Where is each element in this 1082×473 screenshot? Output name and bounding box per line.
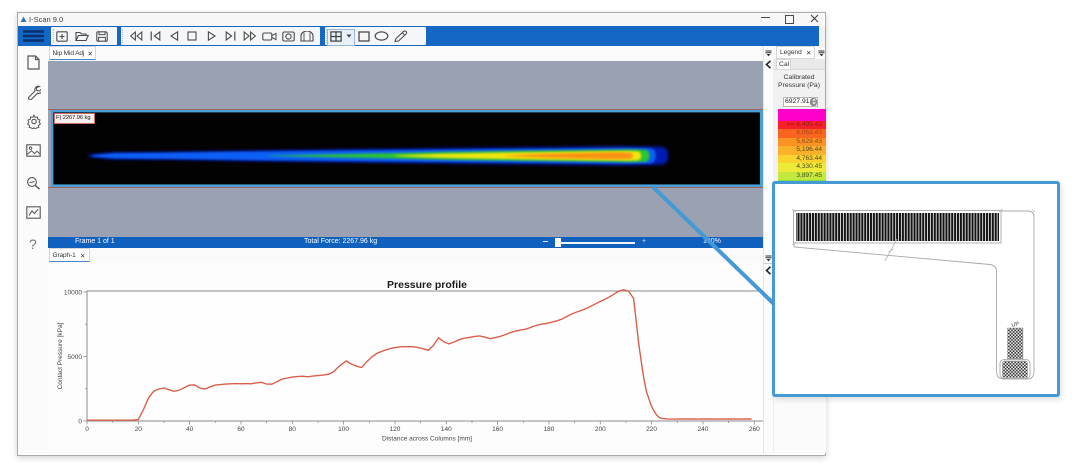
- svg-text:160: 160: [492, 426, 503, 433]
- svg-text:UP: UP: [1011, 321, 1020, 329]
- svg-text:100: 100: [338, 426, 349, 433]
- svg-text:120: 120: [390, 426, 401, 433]
- svg-text:240: 240: [698, 426, 709, 433]
- svg-text:5000: 5000: [68, 354, 83, 361]
- svg-text:260: 260: [749, 426, 760, 433]
- svg-text:140: 140: [441, 426, 452, 433]
- svg-text:Distance across Columns [mm]: Distance across Columns [mm]: [382, 436, 472, 443]
- svg-text:180: 180: [544, 426, 555, 433]
- svg-text:60: 60: [237, 426, 245, 433]
- svg-text:0: 0: [78, 419, 82, 426]
- svg-text:200: 200: [595, 426, 606, 433]
- svg-text:10000: 10000: [64, 290, 82, 297]
- svg-text:0: 0: [85, 426, 89, 433]
- svg-text:80: 80: [289, 426, 297, 433]
- svg-text:Pressure profile: Pressure profile: [387, 279, 467, 291]
- svg-text:40: 40: [186, 426, 194, 433]
- svg-text:220: 220: [646, 426, 657, 433]
- svg-text:20: 20: [135, 426, 143, 433]
- svg-text:Contact Pressure [kPa]: Contact Pressure [kPa]: [57, 322, 64, 389]
